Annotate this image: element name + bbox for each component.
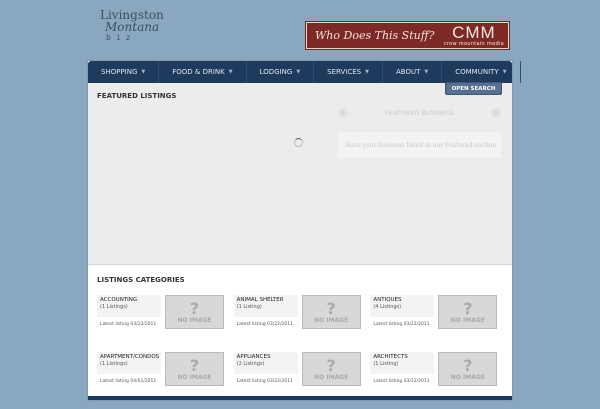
category-count: (2 Listings): [236, 361, 265, 367]
chevron-down-icon: ▼: [228, 69, 233, 75]
chevron-down-icon: ▼: [296, 69, 301, 75]
nav-item-food-drink[interactable]: FOOD & DRINK ▼: [159, 61, 247, 83]
question-mark-icon: ?: [326, 298, 336, 318]
site-logo[interactable]: Livingston Montana biz: [100, 9, 170, 42]
category-item: ARCHITECTS (1 Listing) Latest listing 03…: [370, 352, 507, 402]
featured-section: FEATURED LISTINGS OPEN SEARCH ‹ FEATURED…: [88, 82, 512, 265]
listings-categories-title: LISTINGS CATEGORIES: [97, 276, 185, 284]
banner-logo: CMM crow mountain media: [444, 24, 504, 47]
category-link[interactable]: ACCOUNTING: [100, 296, 158, 304]
chevron-right-icon[interactable]: ›: [491, 108, 501, 118]
question-mark-icon: ?: [463, 355, 473, 375]
category-latest: Latest listing 03/22/2011: [236, 379, 293, 384]
category-info: ANIMAL SHELTER (1 Listing): [233, 295, 298, 317]
category-link[interactable]: ARCHITECTS: [373, 353, 431, 361]
category-info: ACCOUNTING (1 Listings): [97, 295, 161, 317]
no-image-text: NO IMAGE: [450, 316, 485, 324]
chevron-down-icon: ▼: [365, 69, 369, 75]
no-image-text: NO IMAGE: [177, 373, 212, 381]
chevron-down-icon: ▼: [141, 69, 146, 75]
category-latest: Latest listing 04/01/2011: [100, 379, 157, 384]
category-count: (1 Listing): [236, 304, 262, 310]
nav-label: SERVICES: [327, 68, 362, 76]
featured-business-text: Have your business listed in our Feature…: [345, 141, 499, 149]
category-item: ACCOUNTING (1 Listings) Latest listing 0…: [97, 295, 234, 345]
category-latest: Latest listing 03/22/2011: [373, 379, 430, 384]
no-image-placeholder[interactable]: ? NO IMAGE: [438, 352, 498, 386]
no-image-text: NO IMAGE: [177, 316, 212, 324]
question-mark-icon: ?: [326, 355, 336, 375]
nav-item-services[interactable]: SERVICES ▼: [314, 61, 383, 83]
nav-item-community[interactable]: COMMUNITY ▼: [442, 61, 521, 83]
banner-tagline: Who Does This Stuff?: [315, 29, 435, 42]
main-container: SHOPPING ▼ FOOD & DRINK ▼ LODGING ▼ SERVICE…: [88, 61, 521, 400]
no-image-placeholder[interactable]: ? NO IMAGE: [438, 295, 498, 329]
no-image-text: NO IMAGE: [314, 373, 349, 381]
category-count: (1 Listings): [100, 304, 128, 310]
logo-line-2: Montana: [105, 20, 160, 34]
category-item: ANTIQUES (4 Listings) Latest listing 03/…: [370, 295, 507, 345]
no-image-placeholder[interactable]: ? NO IMAGE: [301, 295, 361, 329]
nav-item-about[interactable]: ABOUT ▼: [383, 61, 443, 83]
banner-subtitle: crow mountain media: [443, 41, 504, 47]
nav-label: ABOUT: [396, 68, 421, 76]
category-count: (1 Listing): [373, 361, 399, 367]
question-mark-icon: ?: [189, 298, 200, 318]
categories-grid: ACCOUNTING (1 Listings) Latest listing 0…: [97, 295, 507, 409]
nav-item-shopping[interactable]: SHOPPING ▼: [88, 61, 160, 83]
category-count: (1 Listings): [100, 361, 128, 367]
nav-label: SHOPPING: [101, 68, 138, 76]
logo-line-3: biz: [106, 33, 136, 42]
chevron-down-icon: ▼: [424, 69, 429, 75]
no-image-placeholder[interactable]: ? NO IMAGE: [165, 295, 224, 329]
nav-label: LODGING: [259, 68, 293, 76]
no-image-placeholder[interactable]: ? NO IMAGE: [165, 352, 224, 386]
nav-label: FOOD & DRINK: [172, 68, 225, 76]
category-info: APPLIANCES (2 Listings): [233, 352, 298, 374]
category-link[interactable]: ANTIQUES: [373, 296, 431, 304]
nav-item-lodging[interactable]: LODGING ▼: [247, 61, 315, 83]
no-image-text: NO IMAGE: [314, 316, 349, 324]
banner-mark: CMM: [452, 23, 496, 42]
category-item: APPLIANCES (2 Listings) Latest listing 0…: [233, 352, 371, 402]
category-link[interactable]: ANIMAL SHELTER: [237, 296, 295, 304]
main-nav: SHOPPING ▼ FOOD & DRINK ▼ LODGING ▼ SERVICE…: [88, 61, 521, 83]
featured-business-box: Have your business listed in our Feature…: [338, 132, 501, 158]
category-row: APARTMENT/CONDOS (1 Listings) Latest lis…: [97, 352, 507, 409]
category-item: APARTMENT/CONDOS (1 Listings) Latest lis…: [97, 352, 234, 402]
featured-business-label: FEATURED BUSINESS: [385, 109, 454, 117]
category-latest: Latest listing 03/22/2011: [236, 322, 293, 327]
category-row: ACCOUNTING (1 Listings) Latest listing 0…: [97, 295, 507, 352]
featured-listings-title: FEATURED LISTINGS: [97, 92, 177, 100]
category-info: APARTMENT/CONDOS (1 Listings): [97, 352, 161, 374]
question-mark-icon: ?: [463, 298, 473, 318]
category-link[interactable]: APARTMENT/CONDOS: [100, 353, 159, 361]
no-image-text: NO IMAGE: [450, 373, 485, 381]
chevron-down-icon: ▼: [502, 69, 507, 75]
nav-label: COMMUNITY: [455, 68, 499, 76]
chevron-left-icon[interactable]: ‹: [338, 108, 348, 118]
open-search-button[interactable]: OPEN SEARCH: [445, 82, 502, 95]
no-image-placeholder[interactable]: ? NO IMAGE: [301, 352, 361, 386]
featured-business-header: ‹ FEATURED BUSINESS ›: [338, 107, 501, 119]
footer-bar: [88, 396, 512, 400]
sponsor-banner[interactable]: Who Does This Stuff? CMM crow mountain m…: [306, 22, 509, 49]
question-mark-icon: ?: [189, 355, 200, 375]
category-info: ANTIQUES (4 Listings): [370, 295, 435, 317]
category-item: ANIMAL SHELTER (1 Listing) Latest listin…: [233, 295, 371, 345]
category-info: ARCHITECTS (1 Listing): [370, 352, 435, 374]
category-link[interactable]: APPLIANCES: [237, 353, 295, 361]
loading-spinner-icon: [294, 138, 303, 147]
category-latest: Latest listing 03/22/2011: [100, 322, 157, 327]
category-latest: Latest listing 03/22/2011: [373, 322, 430, 327]
category-count: (4 Listings): [373, 304, 402, 310]
